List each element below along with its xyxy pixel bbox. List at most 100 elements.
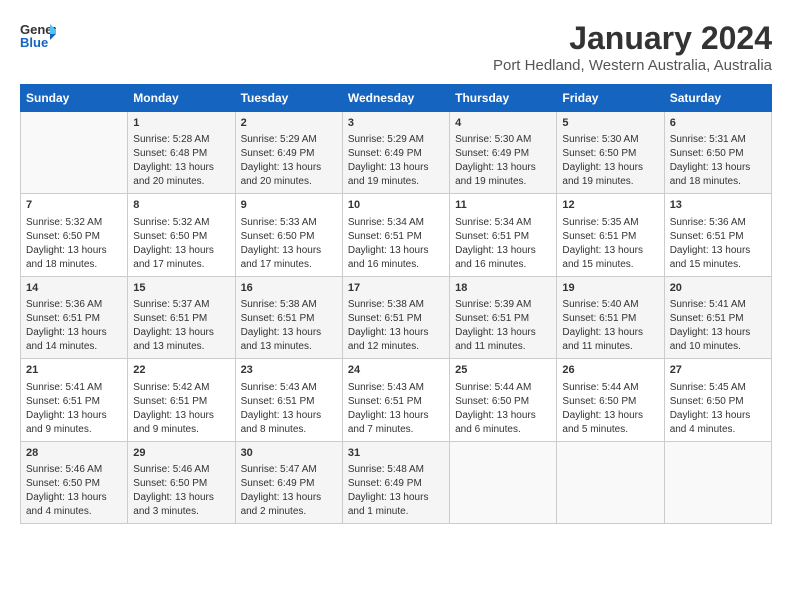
- day-number: 16: [241, 281, 337, 296]
- day-info: Sunset: 6:49 PM: [348, 147, 444, 161]
- day-info: and 9 minutes.: [26, 423, 122, 437]
- day-number: 29: [133, 446, 229, 461]
- day-number: 12: [562, 198, 658, 213]
- day-info: and 13 minutes.: [241, 340, 337, 354]
- day-info: Daylight: 13 hours: [670, 409, 766, 423]
- day-number: 3: [348, 116, 444, 131]
- day-info: and 18 minutes.: [26, 258, 122, 272]
- day-number: 31: [348, 446, 444, 461]
- day-info: Sunrise: 5:34 AM: [348, 216, 444, 230]
- calendar-header-row: SundayMondayTuesdayWednesdayThursdayFrid…: [21, 85, 772, 112]
- day-info: Sunrise: 5:36 AM: [670, 216, 766, 230]
- calendar-cell: 3 Sunrise: 5:29 AMSunset: 6:49 PMDaylight…: [342, 112, 449, 194]
- day-info: Sunrise: 5:31 AM: [670, 133, 766, 147]
- day-info: Daylight: 13 hours: [348, 409, 444, 423]
- day-info: Sunrise: 5:46 AM: [26, 463, 122, 477]
- day-info: Sunset: 6:50 PM: [241, 230, 337, 244]
- calendar-table: SundayMondayTuesdayWednesdayThursdayFrid…: [20, 84, 772, 524]
- calendar-week-5: 28Sunrise: 5:46 AMSunset: 6:50 PMDayligh…: [21, 441, 772, 523]
- title-block: January 2024 Port Hedland, Western Austr…: [493, 20, 772, 74]
- day-info: Sunset: 6:50 PM: [455, 395, 551, 409]
- day-info: Sunrise: 5:29 AM: [241, 133, 337, 147]
- day-info: Daylight: 13 hours: [133, 244, 229, 258]
- day-info: Sunrise: 5:36 AM: [26, 298, 122, 312]
- day-number: 22: [133, 363, 229, 378]
- calendar-cell: 25Sunrise: 5:44 AMSunset: 6:50 PMDayligh…: [450, 359, 557, 441]
- day-info: Sunrise: 5:28 AM: [133, 133, 229, 147]
- day-number: 8: [133, 198, 229, 213]
- day-number: 17: [348, 281, 444, 296]
- day-info: and 20 minutes.: [241, 175, 337, 189]
- calendar-cell: 7Sunrise: 5:32 AMSunset: 6:50 PMDaylight…: [21, 194, 128, 276]
- calendar-cell: 17Sunrise: 5:38 AMSunset: 6:51 PMDayligh…: [342, 276, 449, 358]
- calendar-cell: 1Sunrise: 5:28 AMSunset: 6:48 PMDaylight…: [128, 112, 235, 194]
- day-info: Sunset: 6:51 PM: [348, 230, 444, 244]
- day-info: Sunset: 6:51 PM: [133, 312, 229, 326]
- day-header-friday: Friday: [557, 85, 664, 112]
- calendar-cell: 4Sunrise: 5:30 AMSunset: 6:49 PMDaylight…: [450, 112, 557, 194]
- day-info: Sunset: 6:49 PM: [348, 477, 444, 491]
- day-info: Sunrise: 5:34 AM: [455, 216, 551, 230]
- day-info: Daylight: 13 hours: [133, 161, 229, 175]
- day-info: Daylight: 13 hours: [455, 409, 551, 423]
- day-info: and 19 minutes.: [455, 175, 551, 189]
- day-info: Daylight: 13 hours: [26, 326, 122, 340]
- day-info: Sunset: 6:49 PM: [241, 477, 337, 491]
- day-info: Sunset: 6:48 PM: [133, 147, 229, 161]
- day-info: and 16 minutes.: [348, 258, 444, 272]
- day-info: Sunset: 6:51 PM: [562, 312, 658, 326]
- day-info: Daylight: 13 hours: [670, 161, 766, 175]
- day-info: Sunrise: 5:44 AM: [455, 381, 551, 395]
- day-info: and 15 minutes.: [670, 258, 766, 272]
- day-info: Daylight: 13 hours: [348, 161, 444, 175]
- day-number: 21: [26, 363, 122, 378]
- day-info: Daylight: 13 hours: [133, 491, 229, 505]
- svg-text:Blue: Blue: [20, 35, 48, 50]
- day-info: Sunrise: 5:48 AM: [348, 463, 444, 477]
- calendar-week-3: 14Sunrise: 5:36 AMSunset: 6:51 PMDayligh…: [21, 276, 772, 358]
- page-header: General Blue January 2024 Port Hedland, …: [20, 20, 772, 74]
- day-info: Daylight: 13 hours: [562, 409, 658, 423]
- calendar-cell: [557, 441, 664, 523]
- day-info: Sunset: 6:51 PM: [26, 395, 122, 409]
- day-info: Sunrise: 5:35 AM: [562, 216, 658, 230]
- day-info: and 18 minutes.: [670, 175, 766, 189]
- day-info: Sunset: 6:50 PM: [26, 230, 122, 244]
- calendar-cell: [21, 112, 128, 194]
- day-info: and 17 minutes.: [133, 258, 229, 272]
- day-info: and 13 minutes.: [133, 340, 229, 354]
- calendar-cell: 20Sunrise: 5:41 AMSunset: 6:51 PMDayligh…: [664, 276, 771, 358]
- day-number: 13: [670, 198, 766, 213]
- day-info: Sunrise: 5:41 AM: [26, 381, 122, 395]
- day-info: Daylight: 13 hours: [241, 409, 337, 423]
- day-number: 18: [455, 281, 551, 296]
- calendar-cell: 13Sunrise: 5:36 AMSunset: 6:51 PMDayligh…: [664, 194, 771, 276]
- calendar-cell: 26Sunrise: 5:44 AMSunset: 6:50 PMDayligh…: [557, 359, 664, 441]
- day-number: 9: [241, 198, 337, 213]
- calendar-cell: 9Sunrise: 5:33 AMSunset: 6:50 PMDaylight…: [235, 194, 342, 276]
- day-info: Daylight: 13 hours: [562, 161, 658, 175]
- calendar-cell: 22Sunrise: 5:42 AMSunset: 6:51 PMDayligh…: [128, 359, 235, 441]
- calendar-cell: [664, 441, 771, 523]
- day-number: 11: [455, 198, 551, 213]
- day-info: and 15 minutes.: [562, 258, 658, 272]
- day-number: 23: [241, 363, 337, 378]
- day-header-tuesday: Tuesday: [235, 85, 342, 112]
- day-info: Sunset: 6:51 PM: [670, 312, 766, 326]
- day-number: 27: [670, 363, 766, 378]
- day-info: Sunrise: 5:40 AM: [562, 298, 658, 312]
- day-info: Sunrise: 5:29 AM: [348, 133, 444, 147]
- day-info: Sunset: 6:51 PM: [348, 312, 444, 326]
- day-info: Sunrise: 5:42 AM: [133, 381, 229, 395]
- day-info: Sunset: 6:49 PM: [241, 147, 337, 161]
- day-info: Sunrise: 5:30 AM: [455, 133, 551, 147]
- day-info: and 4 minutes.: [670, 423, 766, 437]
- calendar-cell: 28Sunrise: 5:46 AMSunset: 6:50 PMDayligh…: [21, 441, 128, 523]
- day-info: Daylight: 13 hours: [26, 491, 122, 505]
- day-number: 5: [562, 116, 658, 131]
- calendar-cell: 10Sunrise: 5:34 AMSunset: 6:51 PMDayligh…: [342, 194, 449, 276]
- day-info: Daylight: 13 hours: [241, 326, 337, 340]
- day-info: Sunrise: 5:47 AM: [241, 463, 337, 477]
- calendar-week-1: 1Sunrise: 5:28 AMSunset: 6:48 PMDaylight…: [21, 112, 772, 194]
- day-info: Sunrise: 5:33 AM: [241, 216, 337, 230]
